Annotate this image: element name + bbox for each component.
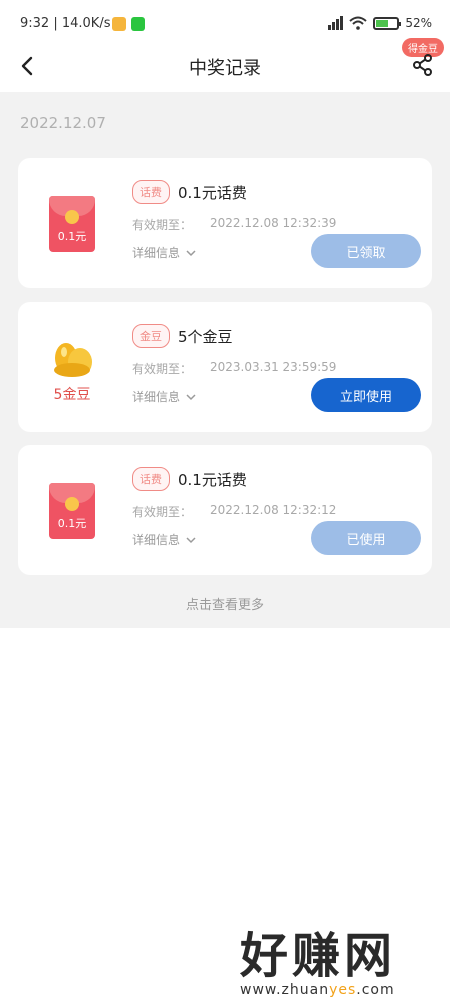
view-more-link[interactable]: 点击查看更多 — [0, 594, 450, 613]
red-envelope-icon: 0.1元 — [49, 196, 95, 252]
prize-name: 0.1元话费 — [178, 184, 247, 202]
gold-beans-icon — [54, 343, 92, 377]
chevron-down-icon — [186, 536, 196, 543]
prize-name: 5个金豆 — [178, 328, 233, 346]
beans-count-label: 5金豆 — [53, 387, 91, 403]
expiry-label: 有效期至： — [132, 362, 193, 376]
expiry-date: 2023.03.31 23:59:59 — [210, 360, 337, 374]
red-envelope-icon: 0.1元 — [49, 483, 95, 539]
category-tag: 话费 — [132, 467, 170, 491]
watermark-url: www.zhuanyes.com — [240, 982, 395, 998]
category-tag: 金豆 — [132, 324, 170, 348]
status-bar: 9:32 | 14.0K/s 52% — [0, 0, 450, 44]
prize-name: 0.1元话费 — [178, 471, 247, 489]
record-card: 5金豆 金豆 5个金豆 有效期至： 2023.03.31 23:59:59 详细… — [18, 302, 432, 432]
detail-toggle[interactable]: 详细信息 — [132, 531, 196, 548]
expiry-label: 有效期至： — [132, 505, 193, 519]
expiry-date: 2022.12.08 12:32:12 — [210, 503, 337, 517]
expiry-date: 2022.12.08 12:32:39 — [210, 216, 337, 230]
used-button[interactable]: 已使用 — [311, 521, 421, 555]
wifi-icon — [349, 16, 367, 30]
record-card: 0.1元 话费 0.1元话费 有效期至： 2022.12.08 12:32:39… — [18, 158, 432, 288]
use-now-button[interactable]: 立即使用 — [311, 378, 421, 412]
share-icon[interactable] — [412, 54, 434, 76]
chevron-down-icon — [186, 393, 196, 400]
battery-icon — [373, 16, 402, 30]
record-card: 0.1元 话费 0.1元话费 有效期至： 2022.12.08 12:32:12… — [18, 445, 432, 575]
signal-icon — [328, 16, 344, 30]
page-title: 中奖记录 — [189, 58, 261, 79]
claimed-button[interactable]: 已领取 — [311, 234, 421, 268]
status-time: 9:32 | 14.0K/s — [20, 16, 111, 31]
detail-toggle[interactable]: 详细信息 — [132, 388, 196, 405]
status-icons: 52% — [328, 14, 432, 32]
expiry-label: 有效期至： — [132, 218, 193, 232]
detail-toggle[interactable]: 详细信息 — [132, 244, 196, 261]
app-notification-icon — [112, 17, 126, 31]
date-header: 2022.12.07 — [20, 114, 106, 132]
records-area: 2022.12.07 0.1元 话费 0.1元话费 有效期至： 2022.12.… — [0, 92, 450, 628]
category-tag: 话费 — [132, 180, 170, 204]
battery-percent: 52% — [405, 16, 432, 30]
watermark-title: 好赚网 — [240, 928, 397, 984]
watermark-logo: 好赚网 www.zhuanyes.com — [240, 916, 440, 998]
nav-bar: 中奖记录 得金豆 — [0, 38, 450, 92]
wechat-notification-icon — [131, 17, 145, 31]
chevron-down-icon — [186, 249, 196, 256]
